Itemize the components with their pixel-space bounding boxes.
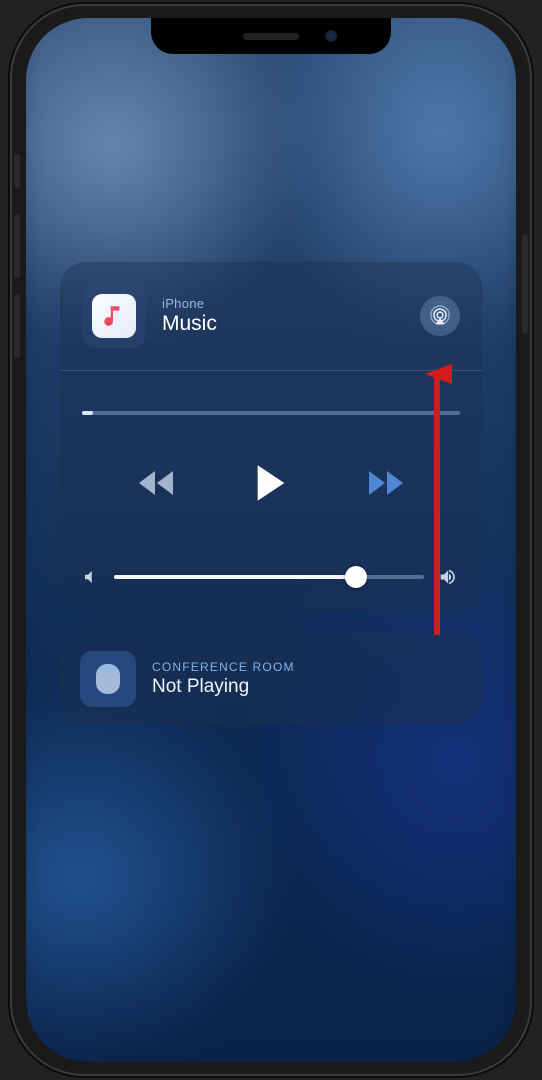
device-icon-tile bbox=[80, 651, 136, 707]
homepod-icon bbox=[94, 662, 122, 696]
scrubber-progress bbox=[82, 411, 93, 415]
volume-down-button bbox=[14, 294, 20, 358]
volume-row bbox=[82, 567, 460, 587]
now-playing-header: iPhone Music bbox=[82, 284, 460, 348]
volume-fill bbox=[114, 575, 356, 579]
side-button bbox=[522, 234, 528, 334]
airplay-button[interactable] bbox=[420, 296, 460, 336]
app-name: Music bbox=[162, 312, 217, 336]
remote-device-card[interactable]: CONFERENCE ROOM Not Playing bbox=[60, 633, 482, 725]
play-icon bbox=[254, 463, 288, 503]
airplay-icon bbox=[429, 305, 451, 327]
card-divider bbox=[60, 370, 482, 371]
forward-button[interactable] bbox=[366, 468, 406, 498]
now-playing-card[interactable]: iPhone Music bbox=[60, 262, 482, 611]
device-status: Not Playing bbox=[152, 676, 295, 698]
volume-high-icon bbox=[438, 567, 460, 587]
notch bbox=[151, 18, 391, 54]
device-name: CONFERENCE ROOM bbox=[152, 660, 295, 674]
scrubber-track[interactable] bbox=[82, 411, 460, 415]
volume-thumb[interactable] bbox=[345, 566, 367, 588]
phone-frame: iPhone Music bbox=[10, 4, 532, 1076]
play-button[interactable] bbox=[254, 463, 288, 503]
volume-low-icon bbox=[82, 568, 100, 586]
music-app-icon bbox=[92, 294, 136, 338]
silent-switch bbox=[14, 154, 20, 188]
rewind-button[interactable] bbox=[136, 468, 176, 498]
control-center-media: iPhone Music bbox=[26, 18, 516, 1062]
device-text: CONFERENCE ROOM Not Playing bbox=[152, 660, 295, 698]
earpiece-speaker bbox=[243, 33, 299, 40]
device-label: iPhone bbox=[162, 296, 217, 311]
music-note-icon bbox=[101, 303, 127, 329]
volume-slider[interactable] bbox=[114, 575, 424, 579]
transport-controls bbox=[82, 463, 460, 503]
rewind-icon bbox=[136, 468, 176, 498]
now-playing-title-block: iPhone Music bbox=[162, 296, 217, 336]
volume-up-button bbox=[14, 214, 20, 278]
app-icon-tile bbox=[82, 284, 146, 348]
screen: iPhone Music bbox=[26, 18, 516, 1062]
forward-icon bbox=[366, 468, 406, 498]
front-camera bbox=[325, 30, 337, 42]
